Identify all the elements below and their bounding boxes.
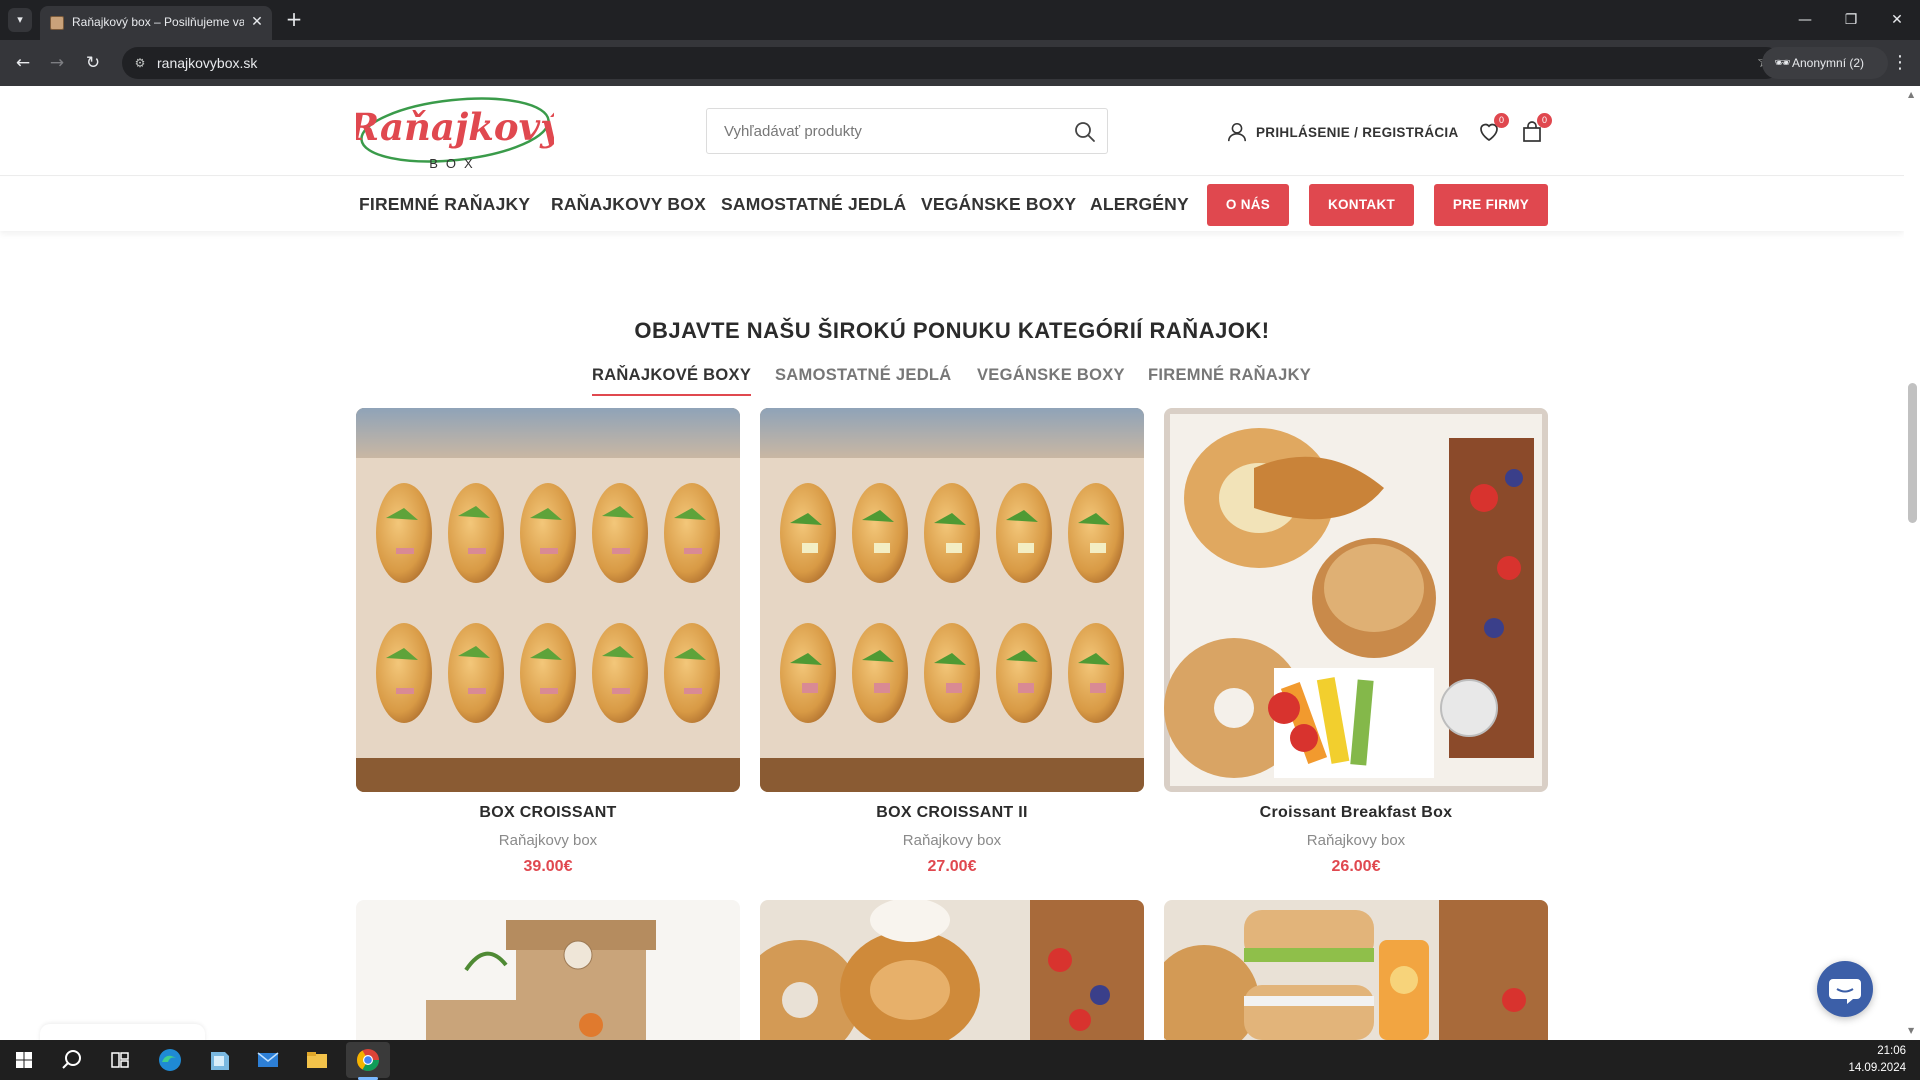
chat-button[interactable] (1817, 961, 1873, 1017)
nav-alergeny[interactable]: ALERGÉNY (1090, 177, 1189, 231)
product-category[interactable]: Raňajkovy box (356, 832, 740, 849)
product-category[interactable]: Raňajkovy box (760, 832, 1144, 849)
logo-text: Raňajkový (356, 105, 554, 149)
product-price: 27.00€ (927, 858, 977, 875)
browser-tab[interactable]: Raňajkový box – Posilňujeme va ✕ (40, 6, 272, 40)
back-icon[interactable]: ← (10, 50, 36, 76)
profile-button[interactable]: 🕶 Anonymní (2) (1762, 47, 1888, 79)
profile-label: Anonymní (2) (1792, 56, 1865, 70)
wishlist-count-badge: 0 (1494, 113, 1509, 128)
tab-firemne-ranajky[interactable]: FIREMNÉ RAŇAJKY (1148, 366, 1311, 396)
search-icon[interactable] (1073, 120, 1097, 144)
product-price: 39.00€ (523, 858, 573, 875)
page-viewport: Raňajkový BOX PRIHLÁSENIE / REGISTRÁCIA (0, 86, 1920, 1040)
product-name[interactable]: BOX CROISSANT (356, 804, 740, 822)
product-category[interactable]: Raňajkovy box (1164, 832, 1548, 849)
product-name[interactable]: BOX CROISSANT II (760, 804, 1144, 822)
tab-title: Raňajkový box – Posilňujeme va (72, 15, 244, 29)
clock-time: 21:06 (1877, 1045, 1906, 1057)
nav-firemne-ranajky[interactable]: FIREMNÉ RAŇAJKY (359, 177, 530, 231)
forward-icon[interactable]: → (44, 50, 70, 76)
scrollbar-thumb[interactable] (1908, 383, 1917, 523)
product-card[interactable]: BOX CROISSANT II Raňajkovy box 27.00€ (760, 408, 1144, 876)
product-image[interactable] (1164, 900, 1548, 1040)
page-scrollbar[interactable]: ▲ ▼ (1904, 86, 1920, 1040)
wishlist-button[interactable]: 0 (1477, 113, 1509, 144)
task-view-icon[interactable] (100, 1044, 140, 1076)
clock-date: 14.09.2024 (1848, 1062, 1906, 1074)
address-bar[interactable]: ⚙ ranajkovybox.sk ☆ (122, 47, 1782, 79)
system-clock[interactable]: 21:06 14.09.2024 (1848, 1043, 1906, 1077)
browser-menu-icon[interactable]: ⋮ (1888, 50, 1912, 76)
site-header: Raňajkový BOX PRIHLÁSENIE / REGISTRÁCIA (0, 86, 1904, 176)
tab-search-button[interactable]: ▾ (8, 8, 32, 32)
site-favicon-icon (50, 16, 64, 30)
nav-ranajkovy-box[interactable]: RAŇAJKOVY BOX (551, 177, 706, 231)
chat-bubble-icon (1829, 979, 1861, 1004)
reload-icon[interactable]: ↻ (80, 50, 106, 76)
kontakt-button[interactable]: KONTAKT (1309, 184, 1414, 226)
o-nas-button[interactable]: O NÁS (1207, 184, 1289, 226)
edge-icon[interactable] (150, 1044, 190, 1076)
cookie-settings-tab[interactable] (40, 1024, 205, 1040)
search-input[interactable] (708, 110, 1058, 152)
app-icon[interactable] (199, 1044, 239, 1076)
mail-icon[interactable] (248, 1044, 288, 1076)
tab-samostatne-jedla[interactable]: SAMOSTATNÉ JEDLÁ (775, 366, 952, 396)
search-icon[interactable] (52, 1044, 92, 1076)
logo-subtext: BOX (429, 156, 480, 171)
cart-button[interactable]: 0 (1520, 113, 1552, 144)
browser-toolbar: ← → ↻ ⚙ ranajkovybox.sk ☆ 🕶 Anonymní (2)… (0, 40, 1920, 86)
close-icon[interactable]: ✕ (1874, 0, 1920, 40)
nav-veganske-boxy[interactable]: VEGÁNSKE BOXY (921, 177, 1076, 231)
product-image[interactable] (760, 408, 1144, 792)
login-link[interactable]: PRIHLÁSENIE / REGISTRÁCIA (1226, 120, 1459, 144)
file-explorer-icon[interactable] (297, 1044, 337, 1076)
product-image[interactable] (356, 900, 740, 1040)
product-card[interactable]: BOX CROISSANT Raňajkovy box 39.00€ (356, 408, 740, 876)
minimize-icon[interactable]: — (1782, 0, 1828, 40)
section-title: OBJAVTE NAŠU ŠIROKÚ PONUKU KATEGÓRIÍ RAŇ… (634, 318, 1270, 343)
scroll-down-icon[interactable]: ▼ (1908, 1026, 1914, 1035)
nav-samostatne-jedla[interactable]: SAMOSTATNÉ JEDLÁ (721, 177, 906, 231)
tab-ranajkove-boxy[interactable]: RAŇAJKOVÉ BOXY (592, 366, 752, 396)
product-card[interactable]: Croissant Breakfast Box Raňajkovy box 26… (1164, 408, 1548, 876)
site-info-icon[interactable]: ⚙ (132, 55, 148, 71)
new-tab-button[interactable]: + (282, 8, 306, 32)
pre-firmy-button[interactable]: PRE FIRMY (1434, 184, 1548, 226)
product-image[interactable] (1164, 408, 1548, 792)
tab-close-icon[interactable]: ✕ (248, 13, 266, 31)
search-box (706, 108, 1108, 154)
chrome-icon[interactable] (348, 1044, 388, 1076)
product-image[interactable] (760, 900, 1144, 1040)
browser-tab-bar: ▾ Raňajkový box – Posilňujeme va ✕ + — ❐… (0, 0, 1920, 40)
incognito-icon: 🕶 (1774, 55, 1791, 70)
cart-count-badge: 0 (1537, 113, 1552, 128)
login-label: PRIHLÁSENIE / REGISTRÁCIA (1256, 124, 1459, 140)
product-image[interactable] (356, 408, 740, 792)
url-text: ranajkovybox.sk (157, 55, 258, 71)
product-name[interactable]: Croissant Breakfast Box (1164, 804, 1548, 822)
windows-start-icon[interactable] (4, 1044, 44, 1076)
windows-taskbar: 21:06 14.09.2024 (0, 1040, 1920, 1080)
main-navigation: FIREMNÉ RAŇAJKY RAŇAJKOVY BOX SAMOSTATNÉ… (0, 177, 1904, 231)
user-icon (1227, 122, 1247, 142)
scroll-up-icon[interactable]: ▲ (1908, 90, 1914, 99)
product-price: 26.00€ (1331, 858, 1381, 875)
restore-icon[interactable]: ❐ (1828, 0, 1874, 40)
site-logo[interactable]: Raňajkový BOX (347, 92, 564, 172)
tab-veganske-boxy[interactable]: VEGÁNSKE BOXY (977, 366, 1125, 396)
